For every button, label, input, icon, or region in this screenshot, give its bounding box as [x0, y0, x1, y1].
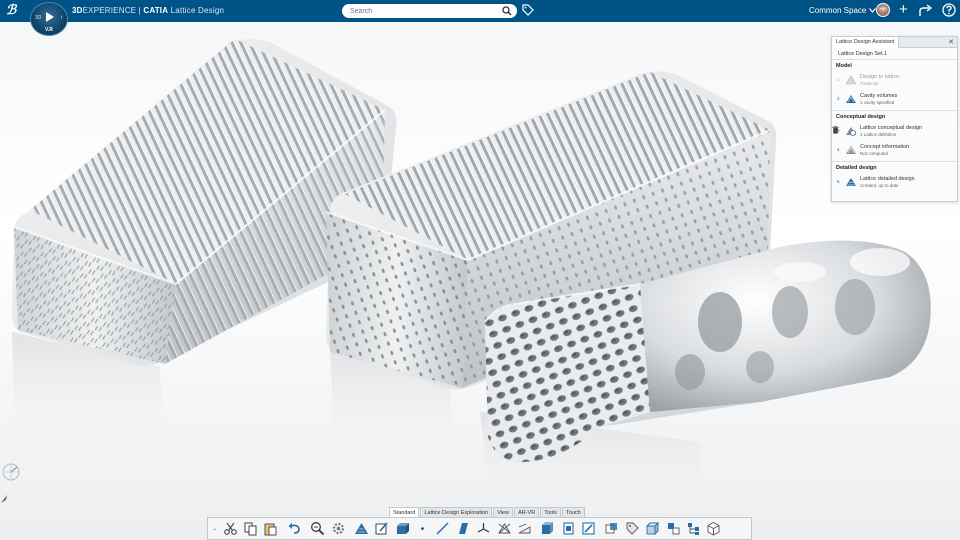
layout-icon[interactable]: [603, 520, 621, 538]
panel-header: Lattice Design Assistant ✕: [832, 36, 957, 48]
lattice-conceptual-icon: [846, 127, 856, 136]
top-bar: ℬ 3D i V.R 3DEXPERIENCE | CATIA Lattice …: [0, 0, 960, 36]
app-name: Lattice Design: [170, 6, 225, 15]
expand-icon[interactable]: ⌄: [212, 525, 220, 532]
lattice-models-render: [12, 39, 931, 522]
copy-icon[interactable]: [242, 520, 260, 538]
view-section-icon[interactable]: [580, 520, 598, 538]
step-title: Lattice detailed design: [860, 176, 915, 182]
tab-lattice-design-exploration[interactable]: Lattice Design Exploration: [420, 507, 493, 517]
cube-icon[interactable]: [644, 520, 662, 538]
lattice-detailed-icon: [846, 178, 856, 186]
compass-version: V.R: [45, 27, 53, 33]
lattice-set-name[interactable]: Lattice Design Set.1: [832, 48, 957, 60]
lattice-assistant-icon[interactable]: [352, 520, 370, 538]
corner-arrow-icon[interactable]: [0, 494, 8, 504]
paste-icon[interactable]: [262, 520, 280, 538]
dassault-logo-icon[interactable]: ℬ: [6, 3, 24, 19]
cut-icon[interactable]: [221, 520, 239, 538]
lattice-cell-icon[interactable]: [495, 520, 513, 538]
app-title: 3DEXPERIENCE | CATIA Lattice Design: [72, 6, 224, 15]
step-subtitle: Created, up to date: [860, 183, 899, 188]
tab-standard[interactable]: Standard: [389, 507, 420, 517]
tab-touch[interactable]: Touch: [562, 507, 585, 517]
concept-info-icon: [846, 146, 856, 154]
search-icon[interactable]: [502, 6, 512, 16]
step-title: Concept information: [860, 144, 910, 150]
tag-icon[interactable]: [623, 520, 641, 538]
compass-info-label: i: [60, 15, 62, 21]
assembly-icon[interactable]: [664, 520, 682, 538]
product-name: CATIA: [143, 6, 169, 15]
zoom-icon[interactable]: [309, 520, 327, 538]
step-cavity-volumes[interactable]: 2 Cavity volumes 1 cavity specified: [832, 90, 957, 109]
action-bar: ⌄: [207, 517, 752, 540]
step-title: Design to lattice: [860, 74, 900, 80]
3d-viewport[interactable]: Lattice Design Assistant ✕ Lattice Desig…: [0, 22, 960, 540]
view-front-icon[interactable]: [539, 520, 557, 538]
step-title: Lattice conceptual design: [860, 125, 923, 131]
tab-ar-vr[interactable]: AR-VR: [514, 507, 540, 517]
view-box-icon[interactable]: [559, 520, 577, 538]
line-icon[interactable]: [434, 520, 452, 538]
lattice-design-assistant-panel[interactable]: Lattice Design Assistant ✕ Lattice Desig…: [831, 36, 958, 202]
play-icon[interactable]: [46, 12, 54, 22]
cavity-volume-icon: [846, 95, 856, 103]
step-lattice-conceptual-design[interactable]: 3 Lattice conceptual design 1 Lattice de…: [832, 122, 957, 141]
settings-icon[interactable]: [329, 520, 347, 538]
action-bar-tabs: Standard Lattice Design Exploration View…: [389, 507, 586, 517]
step-title: Cavity volumes: [860, 93, 898, 99]
close-icon[interactable]: ✕: [948, 38, 954, 47]
brand-prefix: 3D: [72, 6, 83, 15]
axis-icon[interactable]: [475, 520, 493, 538]
tag-icon[interactable]: [522, 4, 534, 16]
step-number: 4: [837, 147, 840, 152]
lattice-body-icon: [845, 75, 857, 85]
help-icon[interactable]: [942, 3, 956, 17]
compute-icon[interactable]: [393, 520, 411, 538]
compass-3d-label: 3D: [35, 15, 42, 21]
trash-icon[interactable]: [832, 126, 839, 134]
step-number: 1: [837, 77, 840, 82]
step-number: 2: [837, 96, 840, 101]
plane-icon[interactable]: [454, 520, 472, 538]
step-lattice-detailed-design[interactable]: 5 Lattice detailed design Created, up to…: [832, 173, 957, 192]
section-title-conceptual: Conceptual design: [836, 114, 886, 120]
package-icon[interactable]: [705, 520, 723, 538]
share-icon[interactable]: [919, 4, 933, 17]
3d-compass-icon[interactable]: [0, 461, 22, 483]
add-icon[interactable]: +: [899, 2, 908, 18]
section-title-model: Model: [836, 63, 852, 69]
measure-icon[interactable]: [515, 520, 533, 538]
edit-icon[interactable]: [373, 520, 391, 538]
panel-tab[interactable]: Lattice Design Assistant: [832, 36, 900, 48]
space-label: Common Space: [809, 6, 867, 15]
avatar[interactable]: HH: [876, 3, 890, 17]
step-concept-information[interactable]: 4 Concept information Not computed: [832, 141, 957, 160]
step-design-to-lattice[interactable]: 1 Design to lattice PartBody: [832, 71, 957, 90]
tab-tools[interactable]: Tools: [540, 507, 562, 517]
brand-name: EXPERIENCE: [82, 6, 137, 15]
section-title-detailed: Detailed design: [836, 165, 877, 171]
search-input[interactable]: [350, 7, 500, 15]
step-subtitle: Not computed: [860, 151, 889, 156]
step-subtitle: PartBody: [860, 81, 879, 86]
space-selector[interactable]: Common Space: [809, 6, 877, 15]
compass-widget[interactable]: 3D i V.R: [30, 2, 68, 36]
step-number: 5: [837, 179, 840, 184]
step-subtitle: 1 Lattice definition: [860, 132, 897, 137]
undo-icon[interactable]: [285, 520, 303, 538]
tab-view[interactable]: View: [493, 507, 514, 517]
tree-icon[interactable]: [684, 520, 702, 538]
point-icon[interactable]: [414, 520, 432, 538]
step-subtitle: 1 cavity specified: [860, 100, 895, 105]
search-box[interactable]: [342, 4, 517, 18]
